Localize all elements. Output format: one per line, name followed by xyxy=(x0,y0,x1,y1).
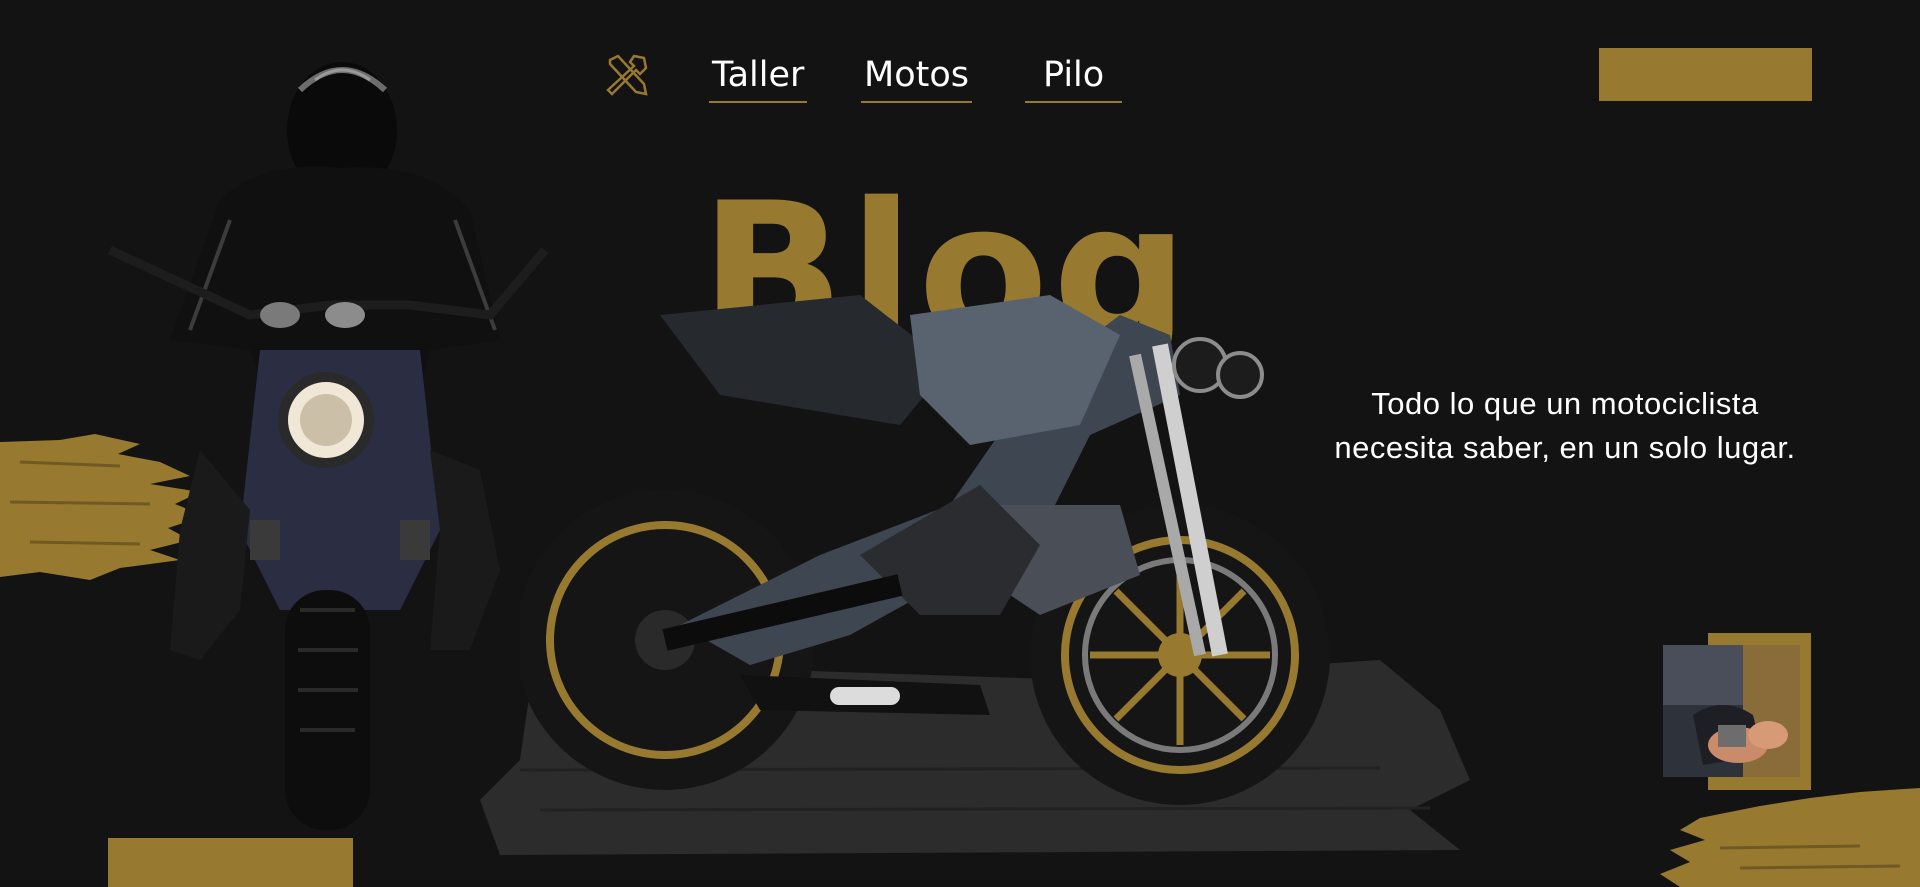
gold-accent-bar xyxy=(108,838,353,887)
nav-link-motos[interactable]: Motos xyxy=(861,52,972,103)
rider-image xyxy=(108,62,549,830)
gold-brush-right xyxy=(1660,788,1920,887)
header-cta-button[interactable] xyxy=(1599,48,1812,101)
tools-icon[interactable] xyxy=(604,52,650,98)
mechanic-hands-image xyxy=(1663,645,1800,777)
motorcycle-image xyxy=(520,295,1330,805)
hero-tagline: Todo lo que un motociclista necesita sab… xyxy=(1290,382,1840,470)
tagline-line-2: necesita saber, en un solo lugar. xyxy=(1334,430,1796,465)
nav-link-pilo[interactable]: Pilo xyxy=(1024,52,1123,103)
nav-link-taller[interactable]: Taller xyxy=(708,52,808,103)
tagline-line-1: Todo lo que un motociclista xyxy=(1371,386,1759,421)
mechanic-thumbnail[interactable] xyxy=(1663,645,1800,777)
